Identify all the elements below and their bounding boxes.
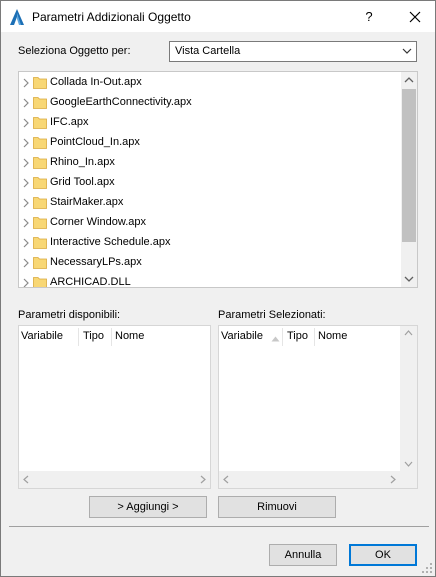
tree-item-label: GoogleEarthConnectivity.apx: [50, 96, 192, 108]
tree-item-label: Interactive Schedule.apx: [50, 236, 171, 248]
tree-scroll-thumb[interactable]: [402, 89, 416, 242]
available-list-header: Variabile Tipo Nome: [19, 326, 210, 348]
folder-icon: [33, 197, 47, 209]
folder-icon: [33, 117, 47, 129]
add-button[interactable]: > Aggiungi >: [89, 496, 207, 518]
footer-divider: [9, 526, 429, 527]
selector-label: Seleziona Oggetto per:: [18, 45, 131, 57]
chevron-down-icon: [402, 48, 412, 54]
scroll-left-icon[interactable]: [223, 475, 229, 484]
column-variabile[interactable]: Variabile: [21, 330, 63, 342]
chevron-right-icon[interactable]: [22, 238, 30, 248]
folder-icon: [33, 217, 47, 229]
scroll-up-icon[interactable]: [404, 330, 413, 336]
tree-item-label: NecessaryLPs.apx: [50, 256, 142, 268]
tree-item-label: Collada In-Out.apx: [50, 76, 142, 88]
column-separator: [314, 328, 315, 346]
title-bar: Parametri Addizionali Oggetto ?: [1, 1, 435, 32]
scroll-right-icon[interactable]: [200, 475, 206, 484]
folder-icon: [33, 257, 47, 269]
scroll-right-icon[interactable]: [390, 475, 396, 484]
tree-item-label: StairMaker.apx: [50, 196, 124, 208]
tree-item[interactable]: Collada In-Out.apx: [19, 73, 402, 93]
tree-item[interactable]: Interactive Schedule.apx: [19, 233, 402, 253]
chevron-right-icon[interactable]: [22, 138, 30, 148]
tree-item[interactable]: ARCHICAD.DLL: [19, 273, 402, 288]
resize-grip-icon[interactable]: [422, 563, 432, 573]
folder-icon: [33, 277, 47, 287]
chevron-right-icon[interactable]: [22, 198, 30, 208]
column-tipo[interactable]: Tipo: [287, 330, 308, 342]
scroll-up-icon[interactable]: [404, 76, 414, 84]
available-params-list[interactable]: Variabile Tipo Nome: [18, 325, 211, 489]
selected-horizontal-scrollbar[interactable]: [219, 471, 417, 488]
column-separator: [111, 328, 112, 346]
chevron-right-icon[interactable]: [22, 158, 30, 168]
remove-button[interactable]: Rimuovi: [218, 496, 336, 518]
ok-button[interactable]: OK: [349, 544, 417, 566]
selected-list-header: Variabile Tipo Nome: [219, 326, 402, 348]
chevron-right-icon[interactable]: [22, 118, 30, 128]
tree-item[interactable]: Corner Window.apx: [19, 213, 402, 233]
archicad-app-icon: [10, 9, 24, 25]
available-horizontal-scrollbar[interactable]: [19, 471, 210, 488]
scroll-down-icon[interactable]: [404, 275, 414, 283]
column-separator: [282, 328, 283, 346]
cancel-button[interactable]: Annulla: [269, 544, 337, 566]
chevron-right-icon[interactable]: [22, 258, 30, 268]
folder-icon: [33, 237, 47, 249]
selected-params-title: Parametri Selezionati:: [218, 309, 326, 321]
tree-item[interactable]: PointCloud_In.apx: [19, 133, 402, 153]
tree-item[interactable]: GoogleEarthConnectivity.apx: [19, 93, 402, 113]
folder-icon: [33, 177, 47, 189]
folder-icon: [33, 97, 47, 109]
tree-item[interactable]: IFC.apx: [19, 113, 402, 133]
close-icon: [409, 11, 421, 23]
column-variabile[interactable]: Variabile: [221, 330, 263, 342]
chevron-right-icon[interactable]: [22, 218, 30, 228]
column-nome[interactable]: Nome: [115, 330, 144, 342]
chevron-right-icon[interactable]: [22, 278, 30, 288]
column-separator: [78, 328, 79, 346]
tree-item-label: PointCloud_In.apx: [50, 136, 140, 148]
window-title: Parametri Addizionali Oggetto: [32, 10, 191, 24]
object-view-select-value: Vista Cartella: [175, 45, 241, 57]
tree-item-label: Grid Tool.apx: [50, 176, 115, 188]
tree-item-label: Rhino_In.apx: [50, 156, 115, 168]
scroll-down-icon[interactable]: [404, 461, 413, 467]
close-button[interactable]: [397, 4, 433, 30]
column-nome[interactable]: Nome: [318, 330, 347, 342]
tree-vertical-scrollbar[interactable]: [401, 72, 417, 287]
tree-item[interactable]: Grid Tool.apx: [19, 173, 402, 193]
selected-params-list[interactable]: Variabile Tipo Nome: [218, 325, 418, 489]
tree-item[interactable]: NecessaryLPs.apx: [19, 253, 402, 273]
tree-item-label: ARCHICAD.DLL: [50, 276, 131, 288]
sort-ascending-icon: [271, 336, 280, 342]
chevron-right-icon[interactable]: [22, 98, 30, 108]
scroll-left-icon[interactable]: [23, 475, 29, 484]
column-tipo[interactable]: Tipo: [83, 330, 104, 342]
object-view-select[interactable]: Vista Cartella: [169, 41, 417, 62]
tree-item-label: IFC.apx: [50, 116, 89, 128]
folder-icon: [33, 77, 47, 89]
selected-vertical-scrollbar[interactable]: [400, 326, 417, 471]
help-button[interactable]: ?: [351, 4, 387, 30]
folder-icon: [33, 137, 47, 149]
chevron-right-icon[interactable]: [22, 78, 30, 88]
chevron-right-icon[interactable]: [22, 178, 30, 188]
tree-item-label: Corner Window.apx: [50, 216, 146, 228]
available-params-title: Parametri disponibili:: [18, 309, 121, 321]
tree-item[interactable]: Rhino_In.apx: [19, 153, 402, 173]
tree-item[interactable]: StairMaker.apx: [19, 193, 402, 213]
folder-icon: [33, 157, 47, 169]
dialog-window: Parametri Addizionali Oggetto ? Selezion…: [0, 0, 436, 577]
object-tree[interactable]: Collada In-Out.apx GoogleEarthConnectivit…: [18, 71, 418, 288]
